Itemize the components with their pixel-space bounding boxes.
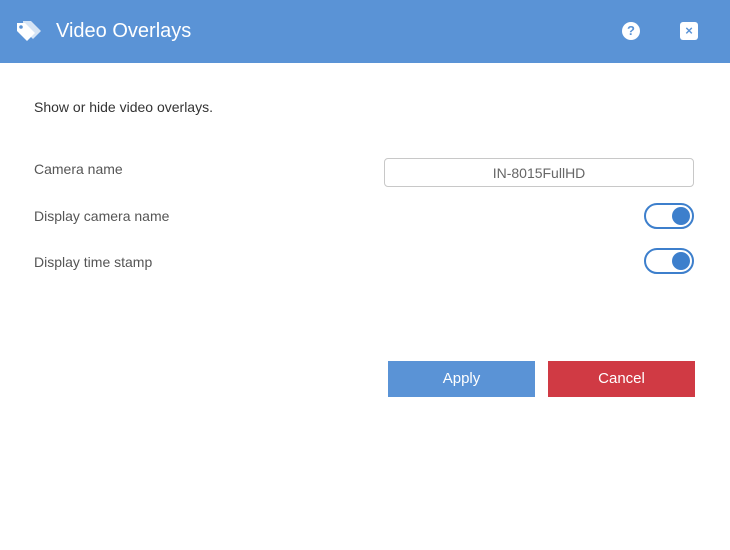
close-icon[interactable]: × xyxy=(680,22,698,40)
cancel-button[interactable]: Cancel xyxy=(548,361,695,397)
toggle-knob xyxy=(672,207,690,225)
dialog-header: Video Overlays ? × xyxy=(0,0,730,63)
dialog-title: Video Overlays xyxy=(56,20,192,42)
toggle-knob xyxy=(672,252,690,270)
intro-text: Show or hide video overlays. xyxy=(34,99,213,115)
camera-name-input[interactable] xyxy=(384,158,694,187)
apply-button[interactable]: Apply xyxy=(388,361,535,397)
display-camera-name-toggle[interactable] xyxy=(644,203,694,229)
display-time-stamp-label: Display time stamp xyxy=(34,254,153,270)
help-icon[interactable]: ? xyxy=(622,22,640,40)
video-overlays-dialog: Video Overlays ? × Show or hide video ov… xyxy=(0,0,730,550)
camera-name-label: Camera name xyxy=(34,161,123,177)
tag-icon xyxy=(17,21,41,41)
display-time-stamp-toggle[interactable] xyxy=(644,248,694,274)
display-camera-name-label: Display camera name xyxy=(34,208,170,224)
